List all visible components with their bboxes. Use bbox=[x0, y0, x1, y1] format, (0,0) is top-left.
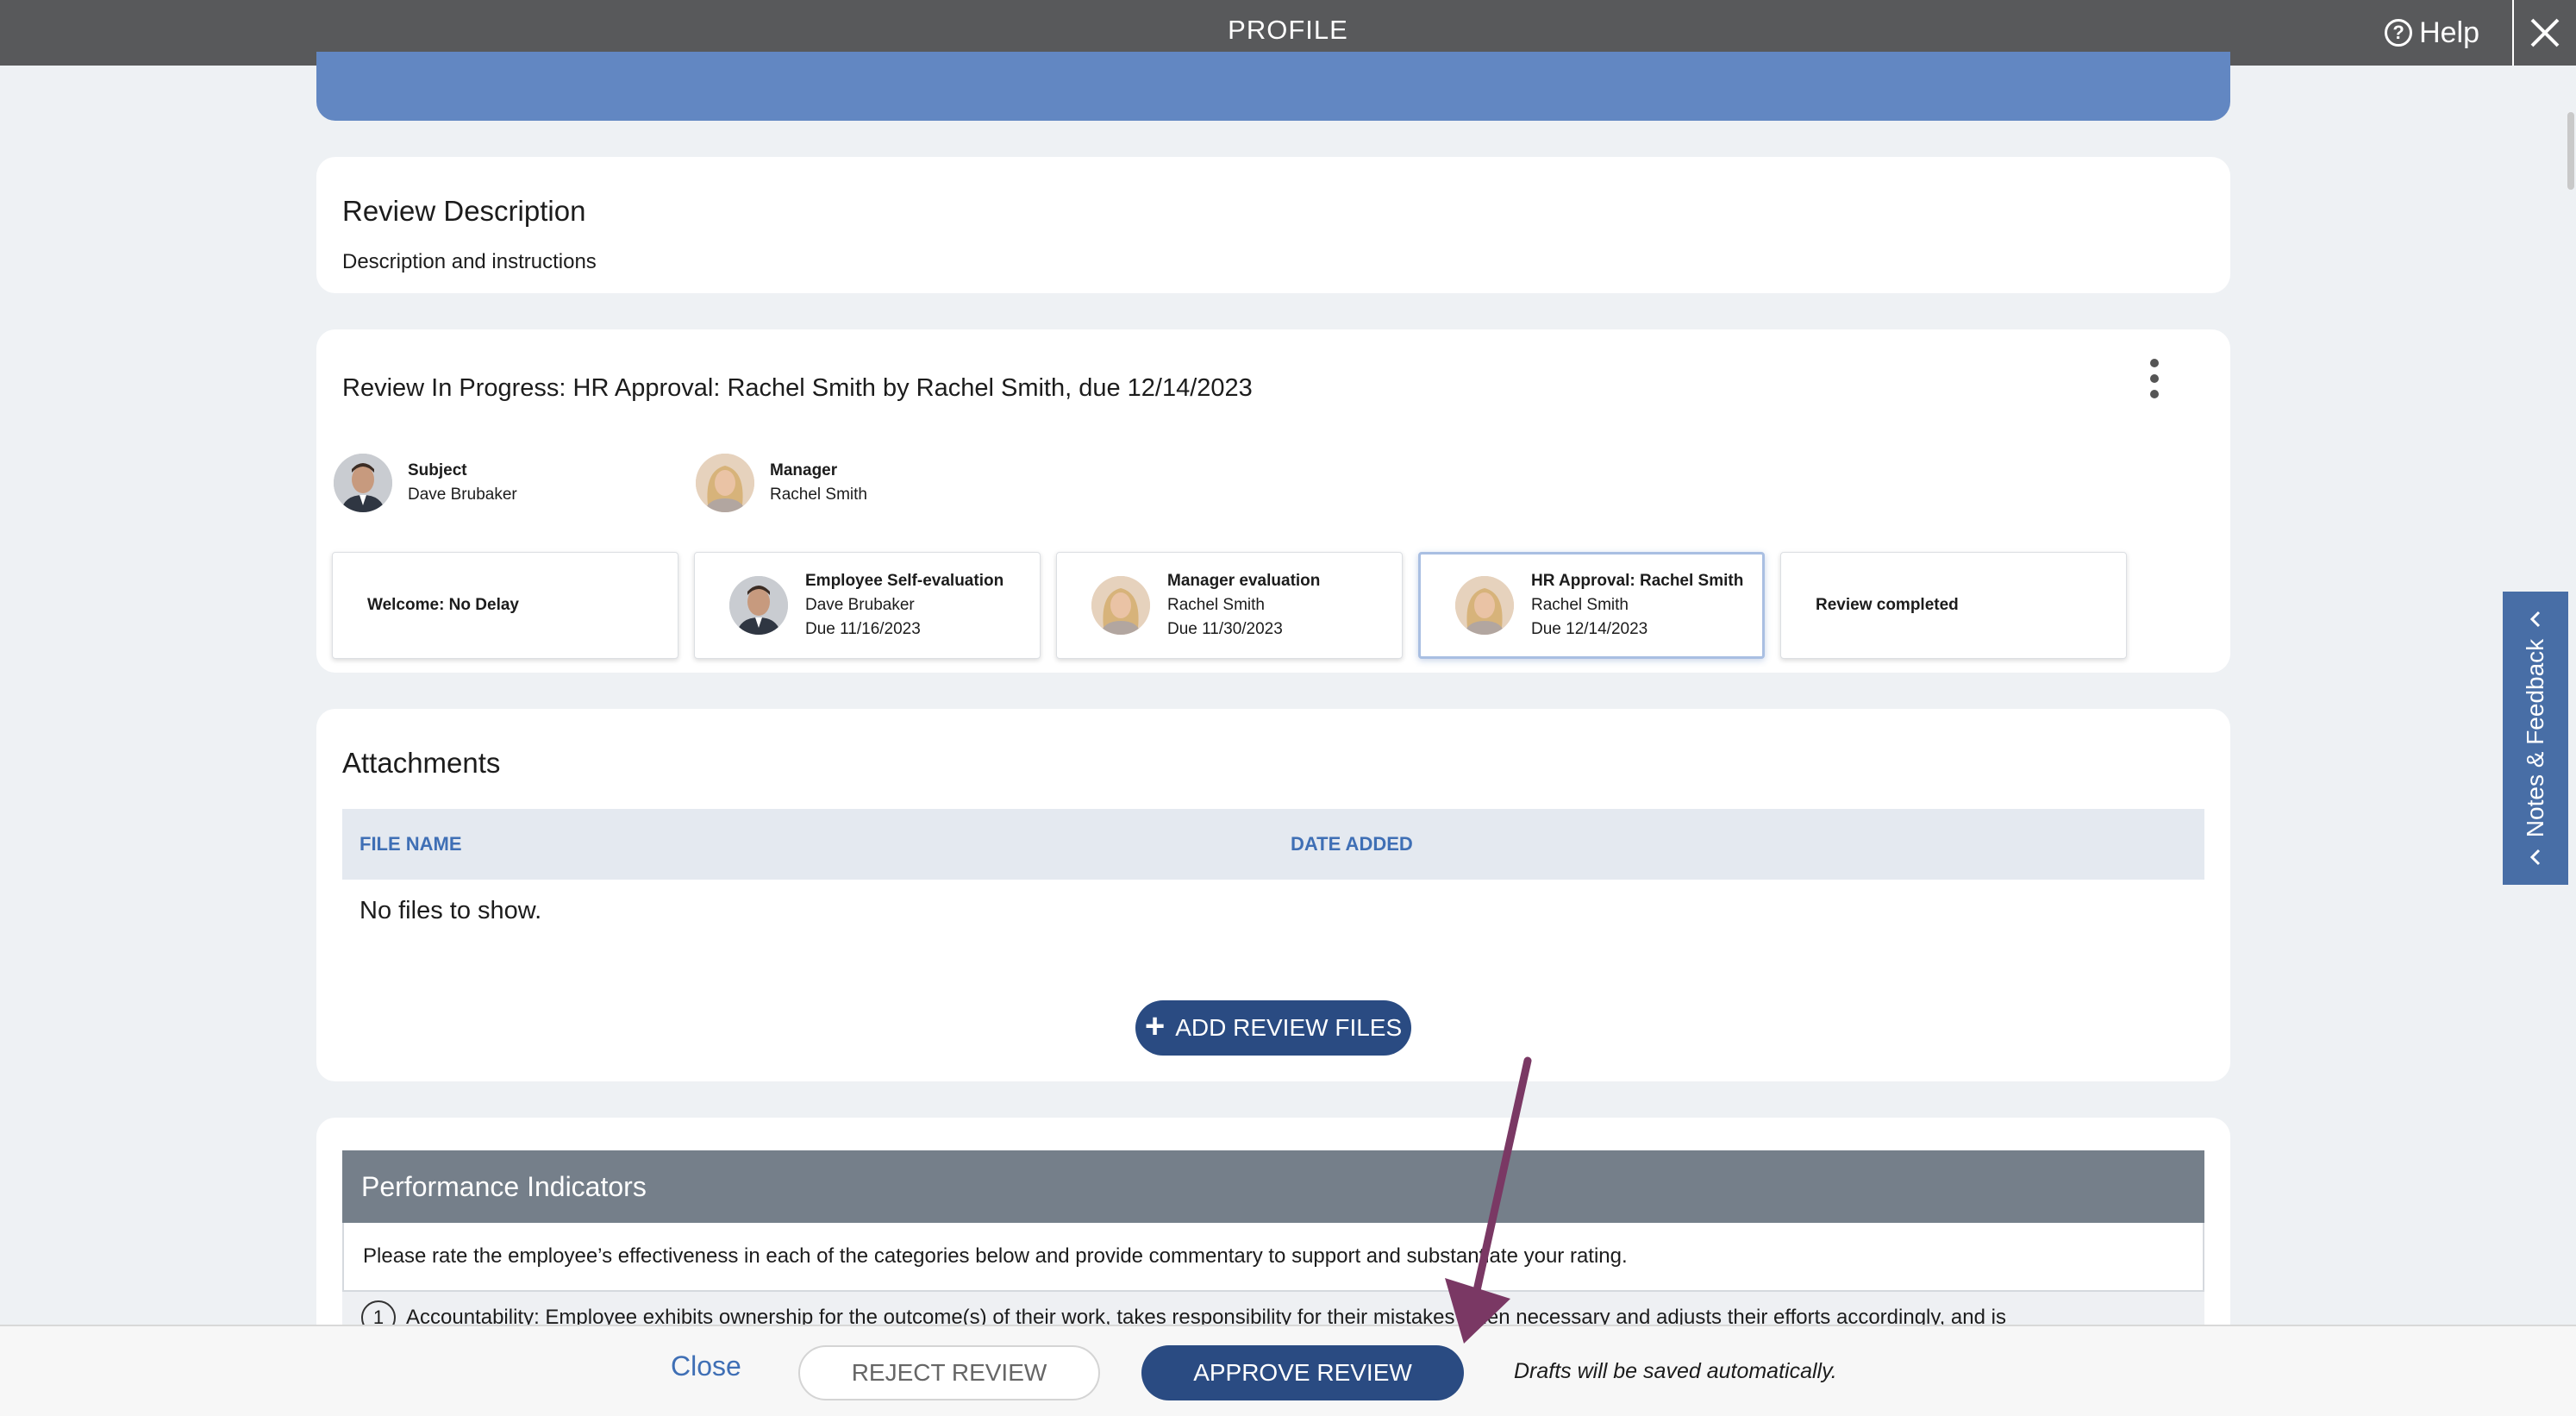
help-circle-icon: ? bbox=[2385, 19, 2413, 47]
subject-person: Subject Dave Brubaker bbox=[334, 454, 517, 512]
review-description-card: Review Description Description and instr… bbox=[316, 157, 2230, 293]
performance-title: Performance Indicators bbox=[342, 1150, 2204, 1223]
avatar bbox=[334, 454, 392, 512]
close-icon bbox=[2530, 18, 2560, 47]
attachments-table-header: FILE NAME DATE ADDED bbox=[342, 809, 2204, 880]
add-review-files-label: ADD REVIEW FILES bbox=[1175, 1014, 1403, 1041]
step-person: Rachel Smith bbox=[1531, 596, 1629, 614]
step-person: Rachel Smith bbox=[1167, 596, 1265, 614]
chevron-left-icon bbox=[2529, 611, 2541, 628]
column-date-added[interactable]: DATE ADDED bbox=[1291, 809, 1413, 880]
notes-feedback-label: Notes & Feedback bbox=[2522, 638, 2548, 838]
review-steps: Welcome: No Delay Employee Self-evaluati… bbox=[332, 552, 2127, 659]
step-manager-evaluation[interactable]: Manager evaluation Rachel Smith Due 11/3… bbox=[1056, 552, 1403, 659]
step-due: Due 11/16/2023 bbox=[805, 620, 921, 638]
review-description-subtitle: Description and instructions bbox=[342, 250, 597, 273]
step-hr-approval[interactable]: HR Approval: Rachel Smith Rachel Smith D… bbox=[1418, 552, 1765, 659]
more-options-icon[interactable] bbox=[2148, 359, 2161, 398]
manager-person: Manager Rachel Smith bbox=[696, 454, 867, 512]
reject-review-button[interactable]: REJECT REVIEW bbox=[798, 1345, 1100, 1400]
approve-review-button[interactable]: APPROVE REVIEW bbox=[1141, 1345, 1464, 1400]
step-label: Welcome: No Delay bbox=[367, 596, 519, 614]
close-link[interactable]: Close bbox=[671, 1350, 741, 1382]
attachments-card: Attachments FILE NAME DATE ADDED No file… bbox=[316, 709, 2230, 1081]
action-bar: Close REJECT REVIEW APPROVE REVIEW Draft… bbox=[0, 1325, 2576, 1416]
annotation-arrow-icon bbox=[1445, 1056, 1532, 1344]
profile-banner bbox=[316, 52, 2230, 121]
step-self-evaluation[interactable]: Employee Self-evaluation Dave Brubaker D… bbox=[694, 552, 1041, 659]
step-label: HR Approval: Rachel Smith bbox=[1531, 572, 1744, 590]
help-button[interactable]: ? Help bbox=[2385, 0, 2479, 66]
manager-name: Rachel Smith bbox=[770, 486, 867, 504]
subject-role: Subject bbox=[408, 461, 467, 479]
step-welcome[interactable]: Welcome: No Delay bbox=[332, 552, 678, 659]
review-progress-card: Review In Progress: HR Approval: Rachel … bbox=[316, 329, 2230, 673]
autosave-note: Drafts will be saved automatically. bbox=[1514, 1359, 1837, 1383]
scrollbar-thumb[interactable] bbox=[2567, 112, 2574, 190]
subject-name: Dave Brubaker bbox=[408, 486, 517, 504]
notes-feedback-tab[interactable]: Notes & Feedback bbox=[2503, 592, 2568, 885]
step-review-completed[interactable]: Review completed bbox=[1780, 552, 2127, 659]
attachments-title: Attachments bbox=[342, 747, 501, 779]
avatar bbox=[696, 454, 754, 512]
plus-icon: + bbox=[1144, 1007, 1166, 1045]
avatar bbox=[1091, 576, 1150, 635]
add-review-files-button[interactable]: + ADD REVIEW FILES bbox=[1135, 1000, 1411, 1056]
review-progress-title: Review In Progress: HR Approval: Rachel … bbox=[342, 374, 1253, 402]
step-person: Dave Brubaker bbox=[805, 596, 915, 614]
help-label: Help bbox=[2419, 16, 2479, 49]
close-window-button[interactable] bbox=[2512, 0, 2576, 66]
column-file-name[interactable]: FILE NAME bbox=[360, 809, 462, 880]
step-due: Due 11/30/2023 bbox=[1167, 620, 1283, 638]
manager-role: Manager bbox=[770, 461, 838, 479]
step-label: Manager evaluation bbox=[1167, 572, 1321, 590]
step-label: Review completed bbox=[1816, 596, 1959, 614]
chevron-left-icon bbox=[2529, 849, 2541, 866]
step-label: Employee Self-evaluation bbox=[805, 572, 1004, 590]
avatar bbox=[729, 576, 788, 635]
step-due: Due 12/14/2023 bbox=[1531, 620, 1648, 638]
empty-state-text: No files to show. bbox=[360, 897, 542, 924]
avatar bbox=[1455, 576, 1514, 635]
review-description-title: Review Description bbox=[342, 195, 586, 227]
performance-instructions: Please rate the employee’s effectiveness… bbox=[342, 1223, 2204, 1292]
